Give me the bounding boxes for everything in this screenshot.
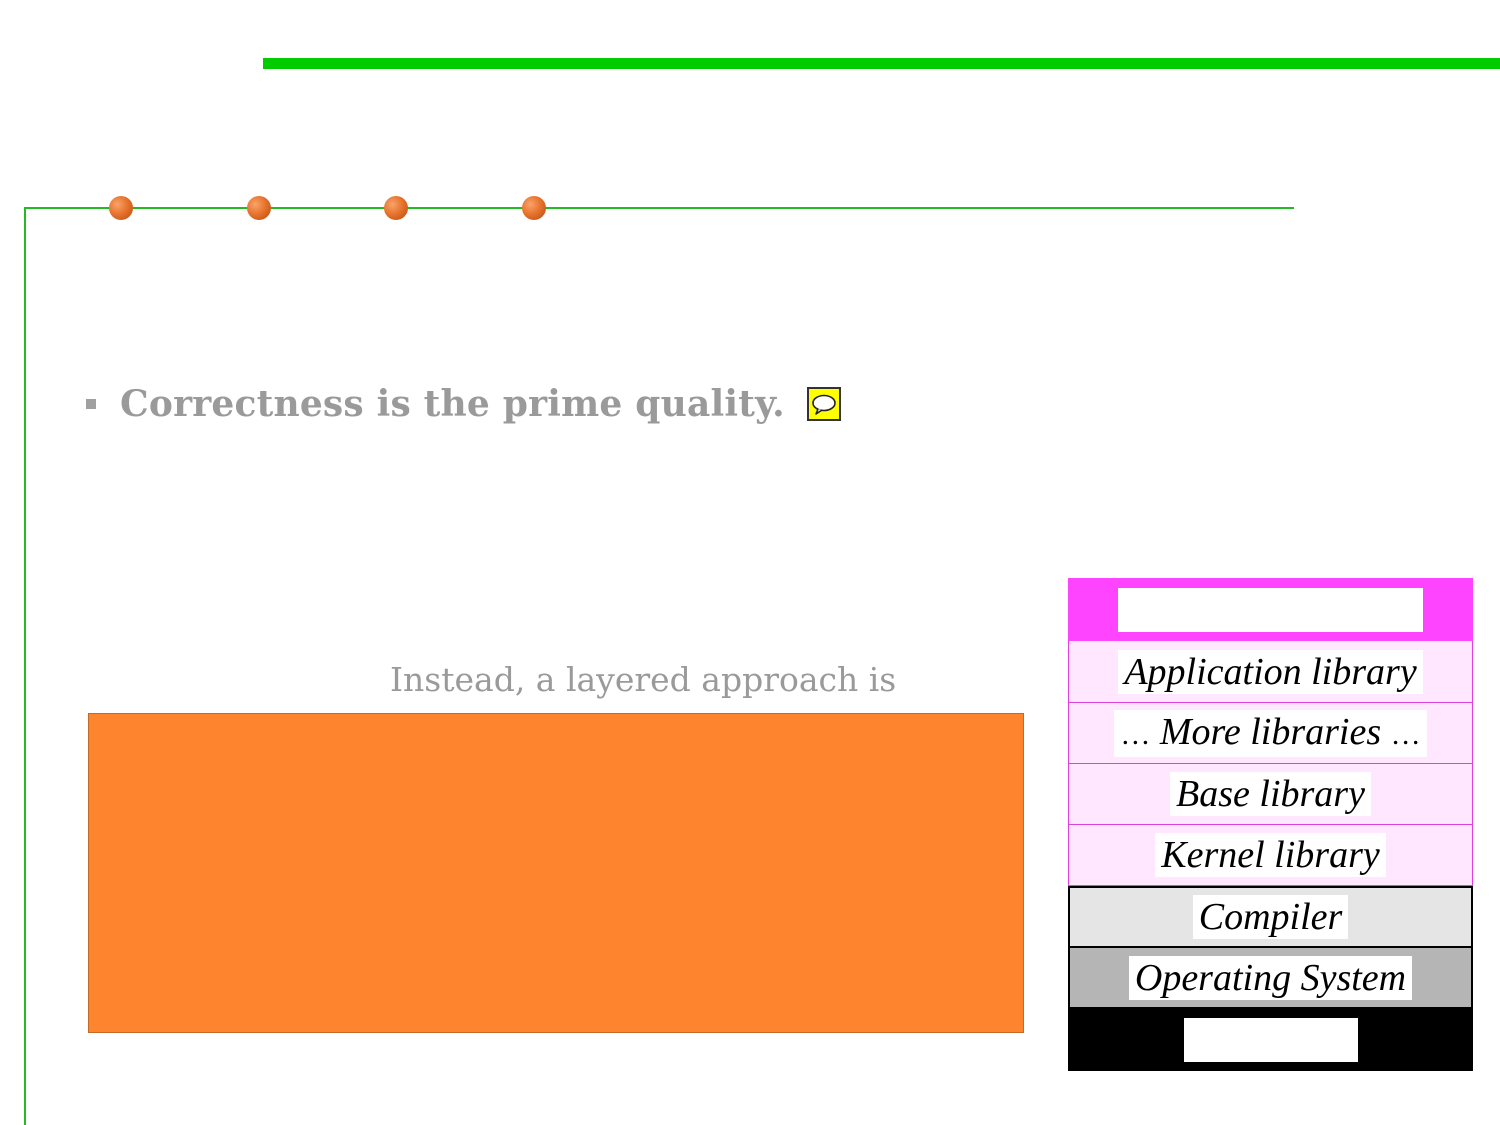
- layer-stack-diagram: Application library … More libraries … B…: [1068, 578, 1473, 1071]
- layer-compiler: Compiler: [1068, 886, 1473, 948]
- decor-dot: [522, 196, 546, 220]
- layer-label-hidden: [1118, 587, 1423, 632]
- layer-kernel-library: Kernel library: [1068, 825, 1473, 886]
- frame-top-line: [24, 207, 1294, 209]
- decor-dot: [384, 196, 408, 220]
- bullet-square-icon: [86, 399, 96, 409]
- layer-label: … More libraries …: [1114, 709, 1427, 757]
- decor-dot: [247, 196, 271, 220]
- layer-label: Compiler: [1192, 895, 1349, 939]
- layer-label: Operating System: [1128, 955, 1413, 1000]
- layer-label: Base library: [1170, 772, 1371, 816]
- decor-dot: [109, 196, 133, 220]
- layer-label-hidden: [1183, 1018, 1358, 1062]
- layer-top-library: [1068, 578, 1473, 641]
- layer-more-libraries: … More libraries …: [1068, 703, 1473, 764]
- overlay-box: [88, 713, 1024, 1033]
- layer-base-library: Base library: [1068, 764, 1473, 825]
- speech-bubble-icon[interactable]: [806, 387, 841, 421]
- bullet-text: Correctness is the prime quality.: [120, 383, 785, 425]
- layer-label: Application library: [1118, 649, 1423, 694]
- layer-operating-system: Operating System: [1068, 948, 1473, 1009]
- frame-left-line: [24, 207, 26, 1125]
- layer-hardware: [1068, 1009, 1473, 1071]
- layer-label: Kernel library: [1155, 833, 1386, 877]
- title-accent-bar: [263, 58, 1500, 69]
- bullet-item: Correctness is the prime quality.: [86, 380, 841, 428]
- layer-application-library: Application library: [1068, 641, 1473, 703]
